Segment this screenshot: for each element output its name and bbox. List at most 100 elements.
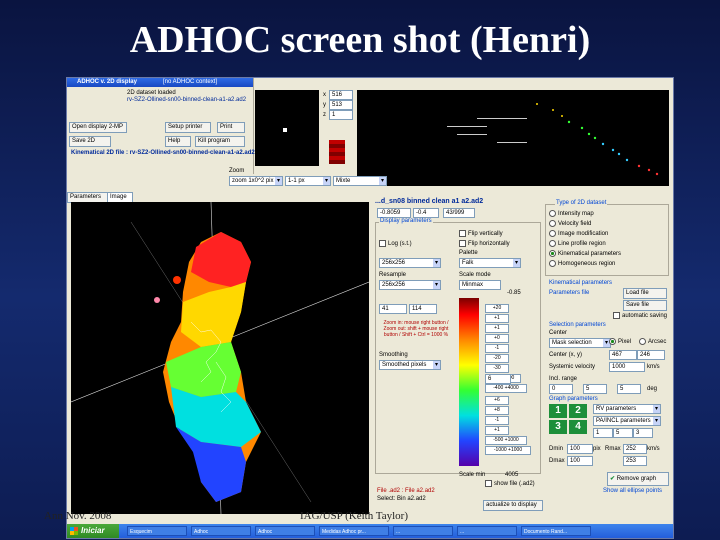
smoothing-num-field[interactable]: 6 — [485, 374, 511, 384]
scale-mode-label: Scale mode — [459, 272, 491, 278]
velocity-preview-plot — [357, 90, 669, 186]
start-button[interactable]: Iniciar — [67, 524, 119, 538]
coord-z-field[interactable]: 1 — [329, 110, 353, 120]
param-file-label: Parameters file — [549, 290, 590, 296]
display-group-title: Display parameters — [379, 218, 433, 224]
palette-select[interactable]: Falk — [459, 258, 521, 268]
image-title: ...d_sn08 binned clean a1 a2.ad2 — [375, 198, 484, 205]
windows-taskbar: Iniciar Esquecim Adhoc Adhoc Medidas Adh… — [67, 524, 673, 538]
slide-title: ADHOC screen shot (Henri) — [129, 19, 591, 61]
center-select[interactable]: Mask selection — [549, 338, 611, 348]
quadrant-4-button[interactable]: 4 — [569, 420, 587, 434]
taskbar-task[interactable]: ... — [393, 526, 453, 536]
radio-line-profile[interactable]: Line profile region — [549, 240, 606, 248]
graph-val-3[interactable]: 3 — [633, 428, 653, 438]
resample-select[interactable]: 256x256 — [379, 280, 441, 290]
graph-option-1[interactable]: RV parameters — [593, 404, 661, 414]
scale-mode-field[interactable]: Minmax — [459, 280, 501, 290]
resample-select-top[interactable]: 256x256 — [379, 258, 441, 268]
graph-group-title: Graph parameters — [549, 396, 598, 402]
x-field[interactable]: 41 — [379, 304, 407, 314]
setup-printer-button[interactable]: Setup printer — [165, 122, 211, 133]
scale-tick: +1 — [485, 314, 509, 323]
scale-tick: -1 — [485, 344, 509, 353]
graph-val-2[interactable]: 5 — [613, 428, 633, 438]
quadrant-2-button[interactable]: 2 — [569, 404, 587, 418]
radio-pixel[interactable]: Pixel — [609, 338, 631, 346]
log-check[interactable]: Log (s.t.) — [379, 240, 412, 248]
graph-val-1[interactable]: 1 — [593, 428, 613, 438]
scale-tick: +1 — [485, 324, 509, 333]
scale-tick: +0 — [485, 334, 509, 343]
step-select[interactable]: 1-1 px — [285, 176, 331, 186]
coord-y-field[interactable]: 513 — [329, 100, 353, 110]
scale-tick: +20 — [485, 304, 509, 313]
display-window: ADHOC v. 2D display [no ADHOC context] 2… — [67, 78, 255, 174]
range-unit: deg — [647, 386, 658, 392]
info-cell-1: -0.8059 — [377, 208, 411, 218]
taskbar-task[interactable]: Adhoc — [255, 526, 315, 536]
remove-graph-button[interactable]: ✔ Remove graph — [607, 472, 669, 486]
checkbox-icon — [459, 240, 466, 247]
y-field[interactable]: 114 — [409, 304, 437, 314]
rmax-label: Rmax — [605, 446, 621, 452]
smoothing-select[interactable]: Smoothed pixels — [379, 360, 441, 370]
radio-icon — [549, 230, 556, 237]
graph-option-2[interactable]: PA/INCL parameters — [593, 416, 661, 426]
actualize-button[interactable]: actualize to display — [483, 500, 543, 511]
save-file-button[interactable]: Save file — [623, 300, 667, 311]
mode-select[interactable]: Mixte — [333, 176, 387, 186]
coord-x-field[interactable]: 516 — [329, 90, 353, 100]
quadrant-1-button[interactable]: 1 — [549, 404, 567, 418]
radio-kinematical[interactable]: Kinematical parameters — [549, 250, 621, 258]
auto-save-check[interactable]: automatic saving — [613, 312, 667, 320]
print-button[interactable]: Print — [217, 122, 245, 133]
scale-tick: +8 — [485, 406, 509, 415]
taskbar-task[interactable]: ... — [457, 526, 517, 536]
dmax-field[interactable]: 100 — [567, 456, 593, 466]
scale-tick: -30 — [485, 364, 509, 373]
flip-vertical-check[interactable]: Flip vertically — [459, 230, 503, 238]
smoothing-label: Smoothing — [379, 352, 408, 358]
save-2d-button[interactable]: Save 2D — [69, 136, 111, 147]
radio-intensity[interactable]: Intensity map — [549, 210, 594, 218]
right-panel: Type of 2D dataset Intensity map Velocit… — [543, 196, 671, 520]
dmin-field[interactable]: 100 — [567, 444, 593, 454]
file-note-1: 2D dataset loaded — [127, 90, 176, 96]
taskbar-task[interactable]: Medidas Adhoc pr... — [319, 526, 389, 536]
show-file-check[interactable]: show file (.ad2) — [485, 480, 535, 488]
help-button[interactable]: Help — [165, 136, 191, 147]
range-field-3[interactable]: 5 — [617, 384, 641, 394]
taskbar-task[interactable]: Documento Rand... — [521, 526, 591, 536]
velocity-map-canvas[interactable] — [70, 201, 370, 515]
load-file-button[interactable]: Load file — [623, 288, 667, 299]
quadrant-3-button[interactable]: 3 — [549, 420, 567, 434]
checkbox-icon — [485, 480, 492, 487]
scale-tick: -400 +4000 — [485, 384, 527, 393]
rmax-field[interactable]: 252 — [623, 444, 647, 454]
radio-homogeneous[interactable]: Homogeneous region — [549, 260, 615, 268]
systemic-field[interactable]: 1000 — [609, 362, 645, 372]
preview-scatter-svg — [447, 103, 659, 176]
radio-image-mod[interactable]: Image modification — [549, 230, 608, 238]
checkmark-icon: ✔ — [610, 476, 616, 482]
controls-panel: ...d_sn08 binned clean a1 a2.ad2 -0.8059… — [373, 196, 543, 518]
radio-arcsec[interactable]: Arcsec — [639, 338, 666, 346]
taskbar-task[interactable]: Adhoc — [191, 526, 251, 536]
flip-horizontal-check[interactable]: Flip horizontally — [459, 240, 510, 248]
checkbox-icon — [379, 240, 386, 247]
radio-velocity[interactable]: Velocity field — [549, 220, 591, 228]
scale-tick: -20 — [485, 354, 509, 363]
zoom-select[interactable]: zoom 1x0^2 pix — [229, 176, 283, 186]
min-value: -0.85 — [507, 290, 521, 296]
scale-tick: +6 — [485, 396, 509, 405]
taskbar-task[interactable]: Esquecim — [127, 526, 187, 536]
range-field-2[interactable]: 5 — [583, 384, 607, 394]
center-y-field[interactable]: 246 — [637, 350, 665, 360]
center-x-field[interactable]: 467 — [609, 350, 637, 360]
scale-min-label: Scale min — [459, 472, 486, 478]
theta-field[interactable]: 253 — [623, 456, 647, 466]
range-field-1[interactable]: 0 — [549, 384, 573, 394]
kill-program-button[interactable]: Kill program — [195, 136, 245, 147]
open-display-button[interactable]: Open display 2-MP — [69, 122, 127, 133]
